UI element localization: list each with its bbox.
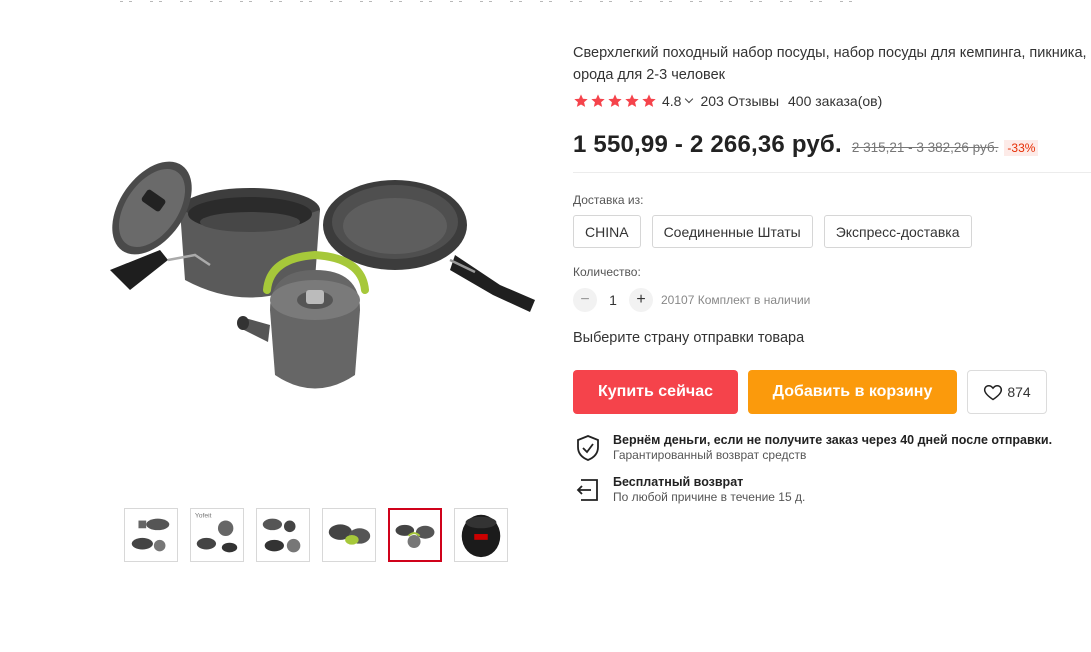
star-icon bbox=[574, 94, 588, 107]
chevron-down-icon[interactable] bbox=[685, 94, 694, 104]
shield-check-icon bbox=[577, 435, 599, 461]
thumbnail-3[interactable] bbox=[256, 508, 310, 562]
old-price: 2 315,21 - 3 382,26 руб. bbox=[851, 140, 999, 155]
quantity-plus-button[interactable]: + bbox=[629, 288, 653, 312]
returns-subtitle: По любой причине в течение 15 д. bbox=[613, 490, 806, 504]
wishlist-count: 874 bbox=[1007, 384, 1031, 400]
quantity-minus-button[interactable]: − bbox=[573, 288, 597, 312]
price-row: 1 550,99 - 2 266,36 руб. 2 315,21 - 3 38… bbox=[573, 131, 1091, 161]
quantity-stepper: − 1 + 20107 Комплект в наличии bbox=[573, 288, 810, 312]
rating-stars bbox=[573, 93, 657, 109]
divider bbox=[573, 172, 1091, 173]
thumbnail-4[interactable] bbox=[322, 508, 376, 562]
rating-value[interactable]: 4.8 bbox=[662, 93, 681, 109]
guarantee-title: Вернём деньги, если не получите заказ че… bbox=[613, 433, 1053, 447]
thumbnail-strip: Yofeit bbox=[124, 508, 508, 562]
star-icon bbox=[608, 94, 622, 107]
quantity-value[interactable]: 1 bbox=[597, 292, 629, 308]
returns-block: Бесплатный возврат По любой причине в те… bbox=[573, 475, 805, 505]
thumbnail-6[interactable] bbox=[454, 508, 508, 562]
thumbnail-1[interactable] bbox=[124, 508, 178, 562]
guarantee-block: Вернём деньги, если не получите заказ че… bbox=[573, 433, 1052, 463]
country-hint: Выберите страну отправки товара bbox=[573, 330, 805, 346]
rating-row: 4.8 203 Отзывы 400 заказа(ов) bbox=[573, 91, 1091, 111]
price: 1 550,99 - 2 266,36 руб. bbox=[573, 131, 842, 158]
product-title: Сверхлегкий походный набор посуды, набор… bbox=[573, 45, 1087, 83]
stock-info: 20107 Комплект в наличии bbox=[661, 293, 811, 307]
action-buttons: Купить сейчас Добавить в корзину 874 bbox=[573, 370, 1047, 414]
top-cropped-text bbox=[120, 0, 860, 3]
reviews-count[interactable]: 203 Отзывы bbox=[700, 93, 779, 109]
shipping-options: CHINA Соединенные Штаты Экспресс-доставк… bbox=[573, 215, 972, 248]
return-icon bbox=[576, 479, 598, 501]
star-icon bbox=[642, 94, 656, 107]
thumbnail-5-active[interactable] bbox=[388, 508, 442, 562]
wishlist-button[interactable]: 874 bbox=[967, 370, 1047, 414]
guarantee-subtitle: Гарантированный возврат средств bbox=[613, 448, 807, 462]
heart-icon bbox=[984, 384, 1003, 401]
svg-text:Yofeit: Yofeit bbox=[195, 513, 212, 520]
quantity-label: Количество: bbox=[573, 265, 641, 279]
star-icon bbox=[625, 94, 639, 107]
ship-option-china[interactable]: CHINA bbox=[573, 215, 641, 248]
main-product-image[interactable] bbox=[100, 150, 540, 405]
ship-option-express[interactable]: Экспресс-доставка bbox=[823, 215, 972, 248]
buy-now-button[interactable]: Купить сейчас bbox=[573, 370, 738, 414]
thumbnail-2[interactable]: Yofeit bbox=[190, 508, 244, 562]
ship-option-usa[interactable]: Соединенные Штаты bbox=[651, 215, 813, 248]
discount-badge: -33% bbox=[1004, 140, 1039, 156]
product-info: Сверхлегкий походный набор посуды, набор… bbox=[573, 42, 1091, 161]
add-to-cart-button[interactable]: Добавить в корзину bbox=[748, 370, 957, 414]
orders-count: 400 заказа(ов) bbox=[788, 93, 883, 109]
star-icon bbox=[591, 94, 605, 107]
shipping-label: Доставка из: bbox=[573, 193, 644, 207]
returns-title: Бесплатный возврат bbox=[613, 475, 744, 489]
